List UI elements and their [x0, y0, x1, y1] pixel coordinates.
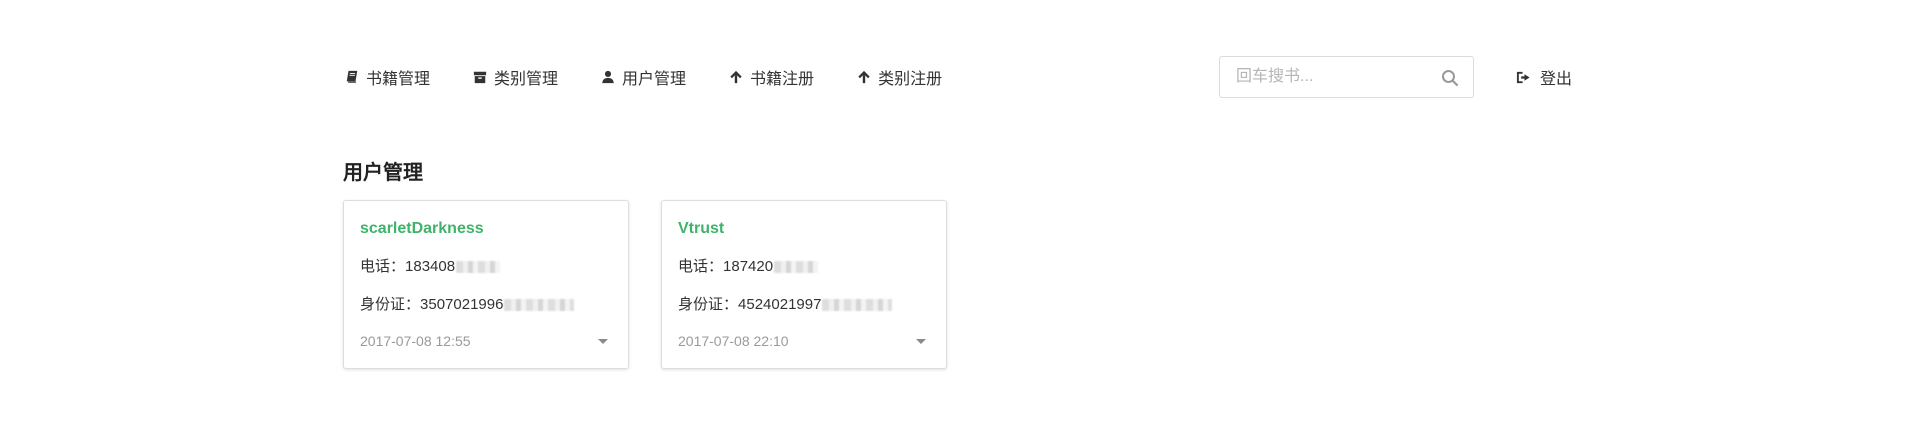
phone-value: 187420 — [723, 258, 774, 275]
nav-item-label: 书籍注册 — [750, 71, 815, 88]
nav-item-book-management[interactable]: 书籍管理 — [344, 55, 430, 99]
user-card: Vtrust 电话： 187420 身份证： 4524021997 2017-0… — [661, 200, 947, 369]
user-card: scarletDarkness 电话： 183408 身份证： 35070219… — [343, 200, 629, 369]
search-icon[interactable] — [1441, 69, 1459, 87]
chevron-down-icon[interactable] — [916, 338, 926, 344]
user-card-list: scarletDarkness 电话： 183408 身份证： 35070219… — [343, 200, 979, 369]
id-line: 身份证： 3507021996 — [360, 295, 612, 315]
id-value: 3507021996 — [420, 296, 504, 313]
logout-label: 登出 — [1540, 71, 1573, 88]
sign-out-icon — [1516, 69, 1532, 85]
book-icon — [344, 69, 360, 85]
redacted-mask — [504, 299, 575, 311]
nav-item-label: 类别管理 — [494, 71, 559, 88]
phone-label: 电话： — [678, 258, 724, 275]
nav-item-label: 类别注册 — [878, 71, 943, 88]
user-icon — [600, 69, 616, 85]
id-value: 4524021997 — [738, 296, 822, 313]
phone-line: 电话： 183408 — [360, 257, 612, 277]
archive-icon — [472, 69, 488, 85]
search-box — [1219, 56, 1474, 98]
redacted-mask — [774, 261, 819, 273]
phone-value: 183408 — [405, 258, 456, 275]
search-input[interactable] — [1220, 58, 1436, 96]
nav-item-category-register[interactable]: 类别注册 — [856, 55, 942, 99]
phone-label: 电话： — [360, 258, 406, 275]
arrow-up-icon — [728, 69, 744, 85]
logout-button[interactable]: 登出 — [1516, 56, 1572, 98]
nav-item-user-management[interactable]: 用户管理 — [600, 55, 686, 99]
id-label: 身份证： — [678, 296, 739, 313]
phone-line: 电话： 187420 — [678, 257, 930, 277]
created-date: 2017-07-08 12:55 — [360, 333, 471, 349]
id-label: 身份证： — [360, 296, 421, 313]
page: 书籍管理 类别管理 用户管理 书籍注册 类别注册 回车搜书... 登出 用户管理… — [0, 0, 1920, 422]
id-line: 身份证： 4524021997 — [678, 295, 930, 315]
top-nav: 书籍管理 类别管理 用户管理 书籍注册 类别注册 — [344, 55, 984, 99]
user-name-link[interactable]: Vtrust — [678, 219, 930, 239]
chevron-down-icon[interactable] — [598, 338, 608, 344]
redacted-mask — [822, 299, 893, 311]
nav-item-book-register[interactable]: 书籍注册 — [728, 55, 814, 99]
nav-item-category-management[interactable]: 类别管理 — [472, 55, 558, 99]
redacted-mask — [456, 261, 501, 273]
nav-item-label: 用户管理 — [622, 71, 687, 88]
card-footer: 2017-07-08 22:10 — [678, 331, 930, 351]
page-title: 用户管理 — [343, 162, 423, 184]
created-date: 2017-07-08 22:10 — [678, 333, 789, 349]
arrow-up-icon — [856, 69, 872, 85]
nav-item-label: 书籍管理 — [366, 71, 431, 88]
user-name-link[interactable]: scarletDarkness — [360, 219, 612, 239]
card-footer: 2017-07-08 12:55 — [360, 331, 612, 351]
